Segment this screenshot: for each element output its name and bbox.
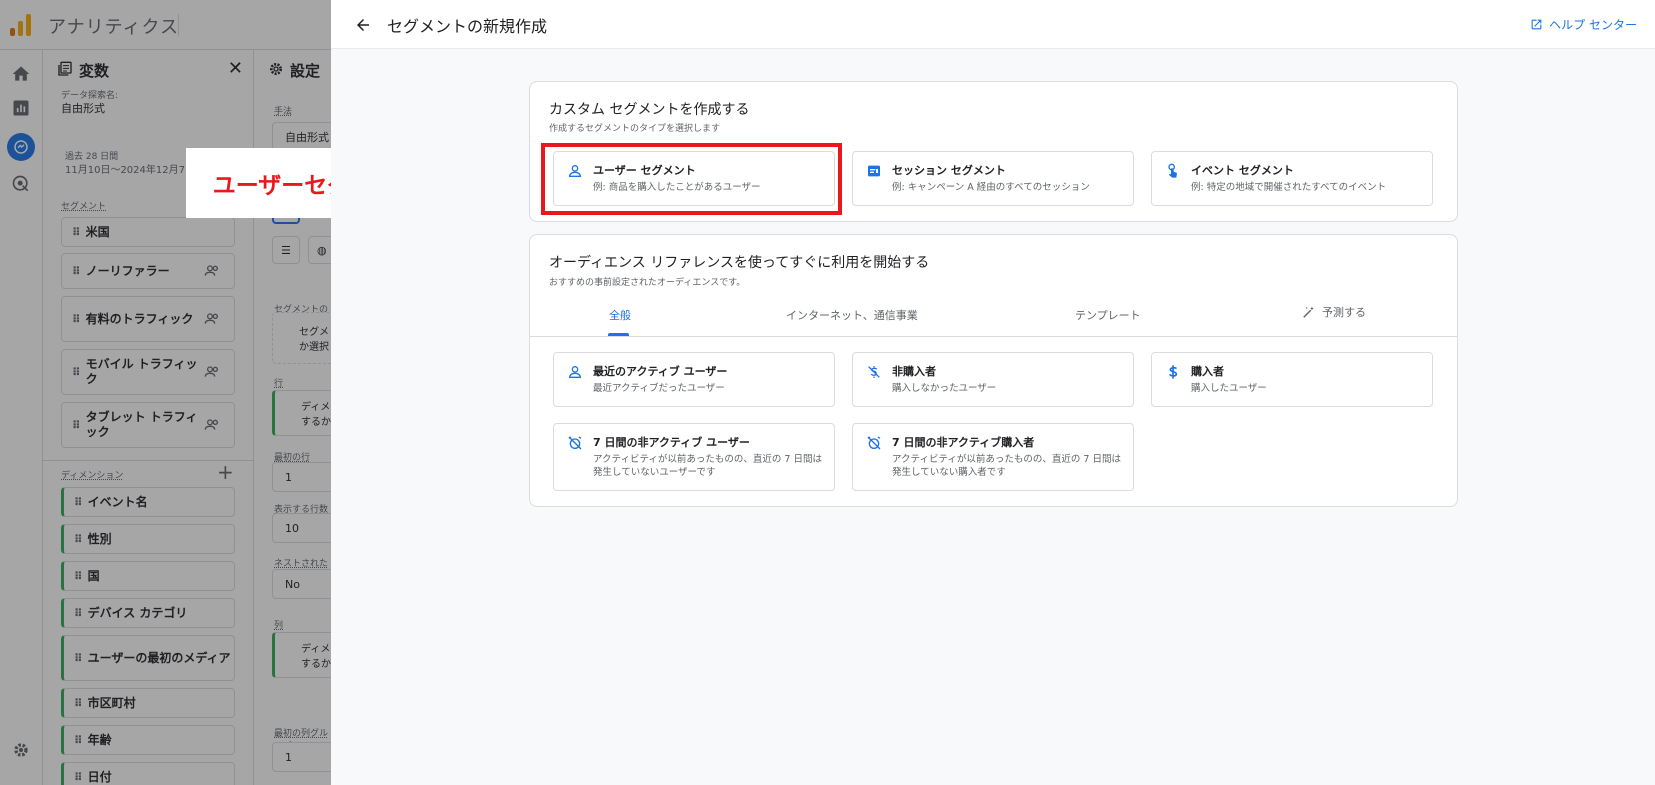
sheet-header: セグメントの新規作成 ヘルプ センター xyxy=(331,0,1655,49)
option-title: イベント セグメント xyxy=(1191,164,1294,177)
segment-builder-sheet: セグメントの新規作成 ヘルプ センター カスタム セグメントを作成する 作成する… xyxy=(331,0,1655,785)
tabs-divider xyxy=(530,336,1457,337)
dollar-icon xyxy=(1165,364,1181,380)
option-title: ユーザー セグメント xyxy=(593,164,696,177)
inactive-7day-users-option[interactable]: 7 日間の非アクティブ ユーザー アクティビティが以前あったものの、直近の 7 … xyxy=(553,423,835,491)
custom-card-subtitle: 作成するセグメントのタイプを選択します xyxy=(549,124,721,134)
magic-wand-icon xyxy=(1303,306,1314,318)
tab-internet-telecom[interactable]: インターネット、通信事業 xyxy=(786,307,918,323)
option-description: 購入したユーザー xyxy=(1191,383,1267,394)
sheet-title: セグメントの新規作成 xyxy=(387,17,548,36)
alarm-off-icon xyxy=(567,435,583,451)
open-in-new-icon xyxy=(1531,19,1542,30)
audience-reference-card: オーディエンス リファレンスを使ってすぐに利用を開始する おすすめの事前設定され… xyxy=(529,234,1458,507)
alarm-off-icon xyxy=(866,435,882,451)
help-center-label: ヘルプ センター xyxy=(1549,18,1637,32)
option-description: アクティビティが以前あったものの、直近の 7 日間は発生していないユーザーです xyxy=(593,454,822,478)
event-touch-icon xyxy=(1165,163,1181,179)
reference-card-title: オーディエンス リファレンスを使ってすぐに利用を開始する xyxy=(549,255,930,271)
event-segment-option[interactable]: イベント セグメント 例: 特定の地域で開催されたすべてのイベント xyxy=(1151,151,1433,206)
arrow-back-icon xyxy=(357,19,369,31)
custom-segment-card: カスタム セグメントを作成する 作成するセグメントのタイプを選択します ユーザー… xyxy=(529,81,1458,222)
option-title: セッション セグメント xyxy=(892,164,1006,177)
session-icon xyxy=(866,163,882,179)
option-title: 非購入者 xyxy=(892,365,936,378)
option-description: 例: キャンペーン A 経由のすべてのセッション xyxy=(892,182,1090,193)
option-title: 7 日間の非アクティブ購入者 xyxy=(892,436,1035,449)
person-icon xyxy=(567,364,583,380)
reference-card-subtitle: おすすめの事前設定されたオーディエンスです。 xyxy=(549,278,746,288)
purchasers-option[interactable]: 購入者 購入したユーザー xyxy=(1151,352,1433,407)
option-title: 購入者 xyxy=(1191,365,1224,378)
inactive-7day-purchasers-option[interactable]: 7 日間の非アクティブ購入者 アクティビティが以前あったものの、直近の 7 日間… xyxy=(852,423,1134,491)
option-description: 例: 商品を購入したことがあるユーザー xyxy=(593,182,761,193)
session-segment-option[interactable]: セッション セグメント 例: キャンペーン A 経由のすべてのセッション xyxy=(852,151,1134,206)
back-button[interactable] xyxy=(351,13,375,37)
option-description: 例: 特定の地域で開催されたすべてのイベント xyxy=(1191,182,1387,193)
non-purchasers-option[interactable]: 非購入者 購入しなかったユーザー xyxy=(852,352,1134,407)
tab-general[interactable]: 全般 xyxy=(609,307,631,323)
tab-templates[interactable]: テンプレート xyxy=(1075,307,1141,323)
option-title: 最近のアクティブ ユーザー xyxy=(593,365,728,378)
tab-predictive[interactable]: 予測する xyxy=(1302,304,1366,320)
person-icon xyxy=(567,163,583,179)
custom-card-title: カスタム セグメントを作成する xyxy=(549,102,750,118)
help-center-link[interactable]: ヘルプ センター xyxy=(1530,16,1637,33)
option-title: 7 日間の非アクティブ ユーザー xyxy=(593,436,750,449)
option-description: 最近アクティブだったユーザー xyxy=(593,383,725,394)
option-description: 購入しなかったユーザー xyxy=(892,383,997,394)
option-description: アクティビティが以前あったものの、直近の 7 日間は発生していない購入者です xyxy=(892,454,1121,478)
money-off-icon xyxy=(866,364,882,380)
user-segment-option[interactable]: ユーザー セグメント 例: 商品を購入したことがあるユーザー xyxy=(553,151,835,206)
recent-active-users-option[interactable]: 最近のアクティブ ユーザー 最近アクティブだったユーザー xyxy=(553,352,835,407)
modal-scrim[interactable] xyxy=(0,0,331,785)
